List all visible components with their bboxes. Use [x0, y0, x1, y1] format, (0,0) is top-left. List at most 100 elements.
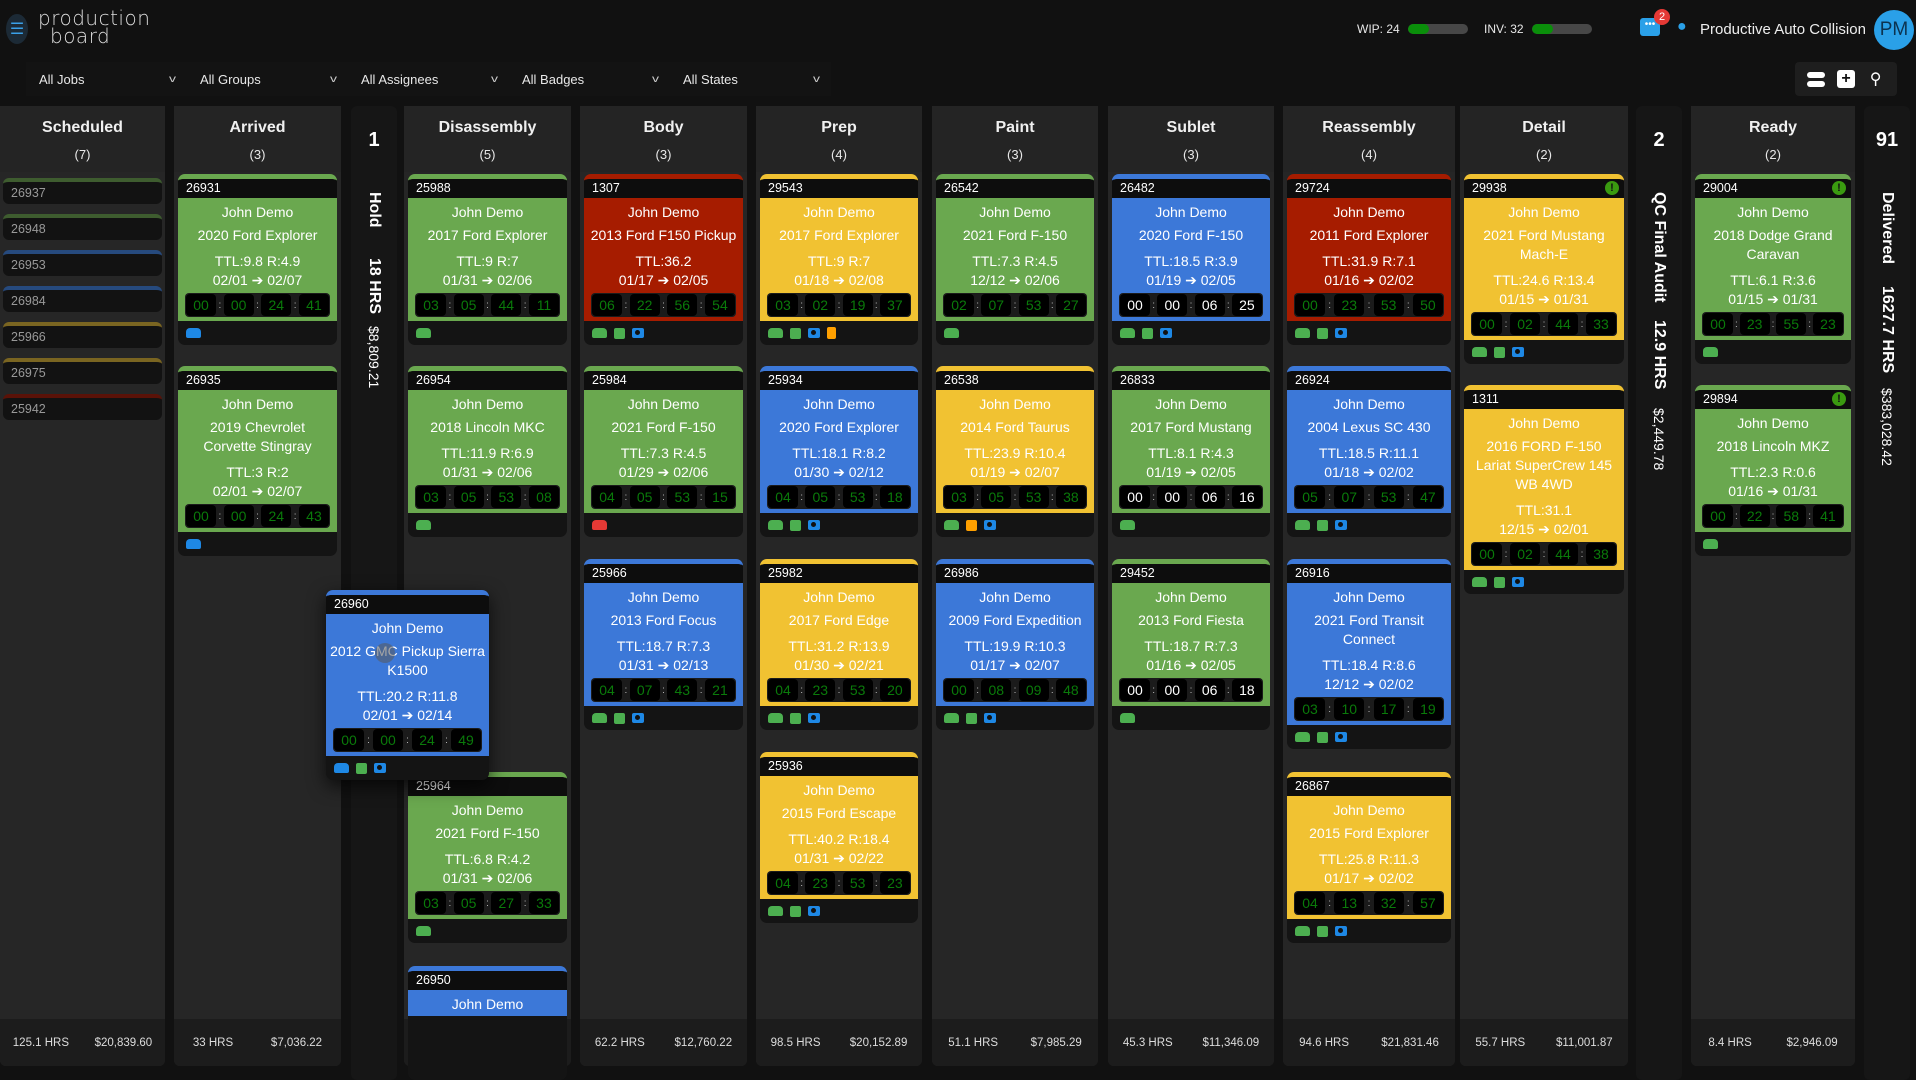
camera-icon[interactable] — [1335, 520, 1347, 530]
job-card[interactable]: 26867 John Demo 2015 Ford Explorer TTL:25.8… — [1287, 772, 1451, 943]
car-icon[interactable] — [416, 328, 431, 338]
car-icon[interactable] — [592, 328, 607, 338]
car-icon[interactable] — [944, 328, 959, 338]
job-card[interactable]: 1307 John Demo 2013 Ford F150 Pickup TTL:36… — [584, 174, 743, 345]
camera-icon[interactable] — [808, 520, 820, 530]
job-card[interactable]: 26924 John Demo 2004 Lexus SC 430 TTL:18.5 … — [1287, 366, 1451, 537]
camera-icon[interactable] — [1160, 328, 1172, 338]
car-icon[interactable] — [768, 906, 783, 916]
hamburger-menu-icon[interactable]: ☰ — [6, 14, 28, 44]
compact-view-icon[interactable] — [1806, 69, 1826, 89]
job-card[interactable]: 26986 John Demo 2009 Ford Expedition TTL:19… — [936, 559, 1094, 730]
rail-delivered[interactable]: 91 Delivered 1627.7 HRS $383,028.42 — [1864, 106, 1910, 1080]
job-card[interactable]: 26482 John Demo 2020 Ford F-150 TTL:18.5 R:… — [1112, 174, 1270, 345]
car-icon[interactable] — [944, 713, 959, 723]
job-card[interactable]: 26954 John Demo 2018 Lincoln MKC TTL:11.9 R… — [408, 366, 567, 537]
tag-icon[interactable] — [827, 327, 836, 339]
camera-icon[interactable] — [808, 906, 820, 916]
scheduled-job-item[interactable]: 25942 — [3, 394, 162, 420]
job-card[interactable]: 25966 John Demo 2013 Ford Focus TTL:18.7 R:… — [584, 559, 743, 730]
camera-icon[interactable] — [808, 713, 820, 723]
camera-icon[interactable] — [632, 328, 644, 338]
parts-box-icon[interactable] — [614, 327, 625, 339]
job-card[interactable]: 29004! John Demo 2018 Dodge Grand Caravan T… — [1695, 174, 1851, 364]
dragging-job-card[interactable]: 26960 John Demo 2012 GMC Pickup Sierra K15… — [326, 590, 489, 780]
filter-jobs[interactable]: All Jobs v — [26, 62, 187, 96]
car-icon[interactable] — [1295, 732, 1310, 742]
parts-box-icon[interactable] — [1494, 346, 1505, 358]
car-icon[interactable] — [1295, 926, 1310, 936]
car-icon[interactable] — [1295, 520, 1310, 530]
parts-box-icon[interactable] — [790, 712, 801, 724]
parts-box-icon[interactable] — [1317, 519, 1328, 531]
car-icon[interactable] — [768, 328, 783, 338]
job-card[interactable]: 29894! John Demo 2018 Lincoln MKZ TTL:2.3 R… — [1695, 385, 1851, 556]
job-card[interactable]: 29938! John Demo 2021 Ford Mustang Mach-E T… — [1464, 174, 1624, 364]
job-card[interactable]: 26916 John Demo 2021 Ford Transit Connect T… — [1287, 559, 1451, 749]
parts-box-icon[interactable] — [1317, 731, 1328, 743]
add-job-icon[interactable]: + — [1836, 70, 1855, 88]
job-card[interactable]: 1311 John Demo 2016 FORD F-150 Lariat Supe… — [1464, 385, 1624, 594]
user-avatar[interactable]: PM — [1874, 10, 1914, 50]
camera-icon[interactable] — [632, 713, 644, 723]
car-icon[interactable] — [944, 520, 959, 530]
camera-icon[interactable] — [1335, 732, 1347, 742]
shop-name[interactable]: Productive Auto Collision — [1700, 21, 1866, 38]
car-icon[interactable] — [416, 520, 431, 530]
parts-box-icon[interactable] — [1494, 576, 1505, 588]
scheduled-job-item[interactable]: 26937 — [3, 178, 162, 204]
scheduled-job-item[interactable]: 26948 — [3, 214, 162, 240]
scheduled-job-item[interactable]: 26953 — [3, 250, 162, 276]
parts-box-icon[interactable] — [1317, 327, 1328, 339]
car-icon[interactable] — [1120, 520, 1135, 530]
car-icon[interactable] — [1120, 713, 1135, 723]
search-icon[interactable]: ⚲ — [1866, 69, 1886, 89]
car-icon[interactable] — [1472, 577, 1487, 587]
job-card[interactable]: 25988 John Demo 2017 Ford Explorer TTL:9 R:… — [408, 174, 567, 345]
camera-icon[interactable] — [1512, 347, 1524, 357]
camera-icon[interactable] — [984, 713, 996, 723]
parts-box-icon[interactable] — [790, 905, 801, 917]
car-icon[interactable] — [1703, 539, 1718, 549]
camera-icon[interactable] — [984, 520, 996, 530]
car-icon[interactable] — [1295, 328, 1310, 338]
job-card[interactable]: 26935 John Demo 2019 Chevrolet Corvette St… — [178, 366, 337, 556]
parts-box-icon[interactable] — [790, 519, 801, 531]
car-icon[interactable] — [416, 926, 431, 936]
job-card[interactable]: 25982 John Demo 2017 Ford Edge TTL:31.2 R:1… — [760, 559, 918, 730]
car-icon[interactable] — [768, 520, 783, 530]
scheduled-job-item[interactable]: 26975 — [3, 358, 162, 384]
job-card[interactable]: 26538 John Demo 2014 Ford Taurus TTL:23.9 R… — [936, 366, 1094, 537]
scheduled-job-item[interactable]: 25966 — [3, 322, 162, 348]
app-logo[interactable]: production board — [38, 8, 150, 46]
car-icon[interactable] — [768, 713, 783, 723]
job-card[interactable]: 25964 John Demo 2021 Ford F-150 TTL:6.8 R:4… — [408, 772, 567, 943]
parts-box-icon[interactable] — [966, 712, 977, 724]
car-icon[interactable] — [1472, 347, 1487, 357]
camera-icon[interactable] — [1335, 328, 1347, 338]
parts-box-icon[interactable] — [966, 519, 977, 531]
car-icon[interactable] — [1120, 328, 1135, 338]
job-card[interactable]: 26950 John Demo — [408, 966, 567, 1080]
car-icon[interactable] — [592, 520, 607, 530]
car-icon[interactable] — [592, 713, 607, 723]
job-card[interactable]: 29724 John Demo 2011 Ford Explorer TTL:31.9… — [1287, 174, 1451, 345]
job-card[interactable]: 26931 John Demo 2020 Ford Explorer TTL:9.8 … — [178, 174, 337, 345]
rail-qc-final-audit[interactable]: 2 QC Final Audit 12.9 HRS $2,449.78 — [1636, 106, 1682, 1080]
job-card[interactable]: 25936 John Demo 2015 Ford Escape TTL:40.2 R… — [760, 752, 918, 923]
camera-icon[interactable] — [1512, 577, 1524, 587]
job-card[interactable]: 29452 John Demo 2013 Ford Fiesta TTL:18.7 R… — [1112, 559, 1270, 730]
parts-box-icon[interactable] — [356, 762, 367, 774]
filter-assignees[interactable]: All Assignees v — [348, 62, 509, 96]
job-card[interactable]: 26542 John Demo 2021 Ford F-150 TTL:7.3 R:4… — [936, 174, 1094, 345]
job-card[interactable]: 25934 John Demo 2020 Ford Explorer TTL:18.1… — [760, 366, 918, 537]
scheduled-job-item[interactable]: 26984 — [3, 286, 162, 312]
car-icon[interactable] — [1703, 347, 1718, 357]
job-card[interactable]: 26833 John Demo 2017 Ford Mustang TTL:8.1 R… — [1112, 366, 1270, 537]
car-icon[interactable] — [334, 763, 349, 773]
parts-box-icon[interactable] — [1142, 327, 1153, 339]
parts-box-icon[interactable] — [1317, 925, 1328, 937]
filter-badges[interactable]: All Badges v — [509, 62, 670, 96]
job-card[interactable]: 25984 John Demo 2021 Ford F-150 TTL:7.3 R:4… — [584, 366, 743, 537]
job-card[interactable]: 29543 John Demo 2017 Ford Explorer TTL:9 R:… — [760, 174, 918, 345]
